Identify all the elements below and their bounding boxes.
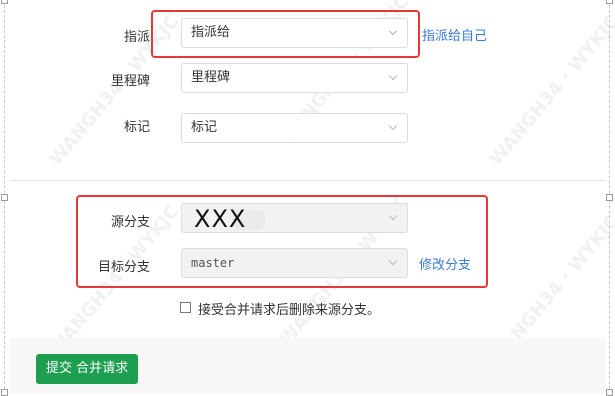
resize-handle-mid-right xyxy=(606,194,613,201)
submit-merge-request-button[interactable]: 提交 合并请求 xyxy=(36,354,139,384)
tags-select-value: 标记 xyxy=(191,120,218,135)
assign-to-me-link[interactable]: 指派给自己 xyxy=(422,25,487,44)
milestone-select[interactable]: 里程碑 xyxy=(181,63,408,93)
chevron-down-icon xyxy=(388,121,398,131)
tags-select[interactable]: 标记 xyxy=(181,113,408,143)
tags-label: 标记 xyxy=(123,120,150,135)
delete-source-branch-label[interactable]: 接受合并请求后删除来源分支。 xyxy=(198,299,380,318)
assignee-label: 指派 xyxy=(123,30,150,45)
milestone-select-value: 里程碑 xyxy=(191,70,231,85)
annotation-box-assignee xyxy=(151,10,420,58)
section-divider xyxy=(10,180,605,181)
resize-handle-mid-left xyxy=(1,194,8,201)
milestone-label: 里程碑 xyxy=(110,74,150,89)
delete-source-branch-checkbox[interactable] xyxy=(180,302,191,313)
resize-handle-top-left xyxy=(1,0,8,4)
chevron-down-icon xyxy=(388,71,398,81)
resize-handle-top-right xyxy=(606,0,613,4)
annotation-box-branches xyxy=(76,195,488,288)
